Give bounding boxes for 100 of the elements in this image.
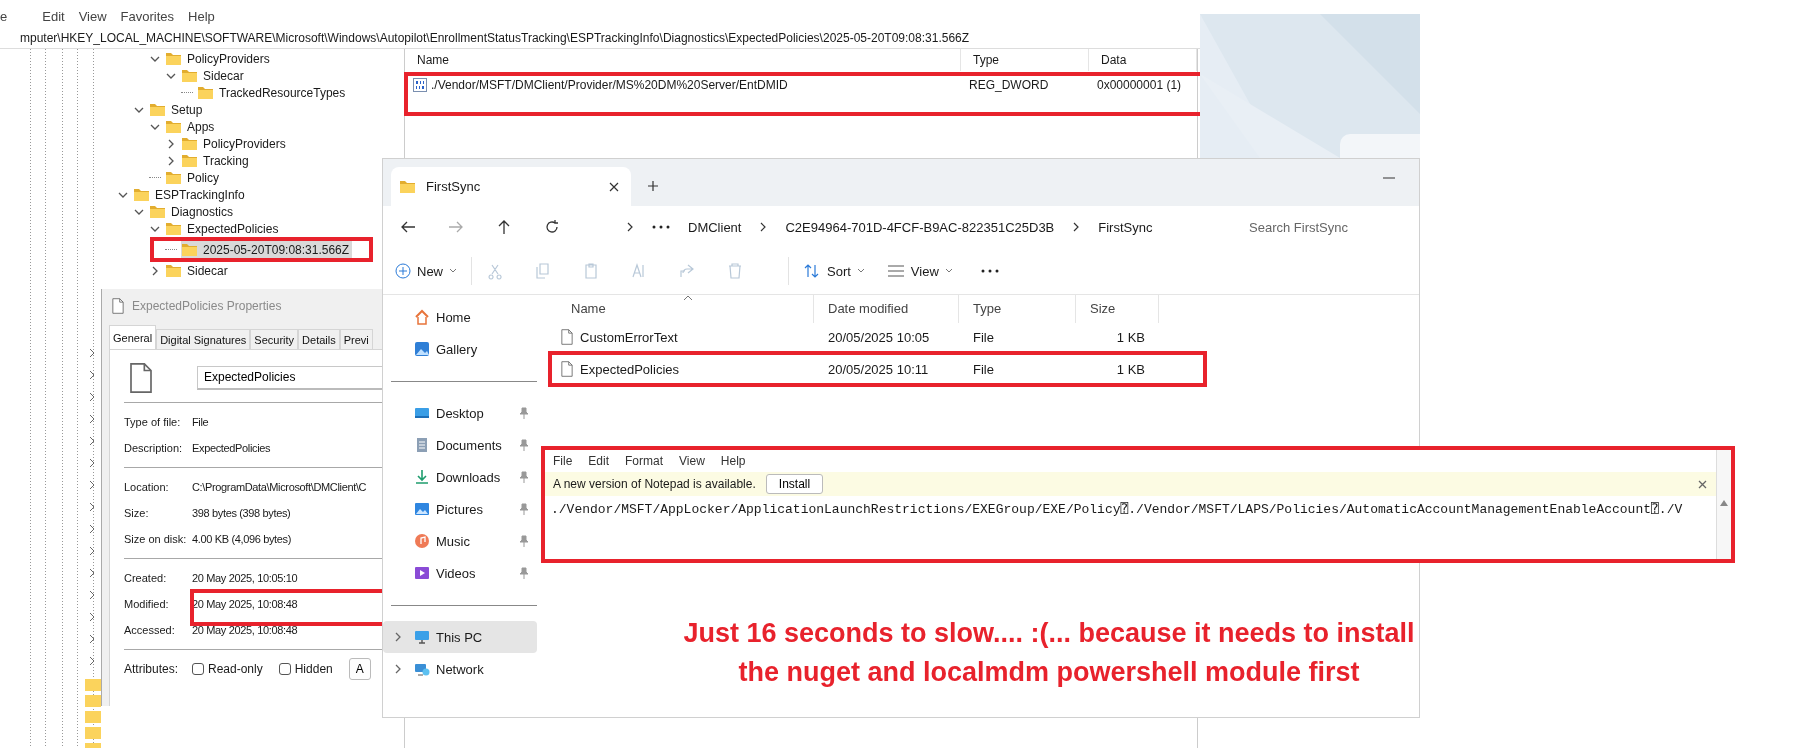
folder-icon xyxy=(165,119,182,134)
dialog-title: ExpectedPolicies Properties xyxy=(132,299,282,313)
refresh-icon[interactable] xyxy=(544,219,560,235)
tab[interactable]: Security xyxy=(250,329,299,349)
sidebar-item[interactable]: Network xyxy=(383,653,537,685)
pin-icon[interactable] xyxy=(519,535,529,547)
tree-item[interactable]: ExpectedPolicies xyxy=(165,220,282,237)
menu-item[interactable]: File xyxy=(553,454,573,468)
tree-item[interactable]: TrackedResourceTypes xyxy=(197,84,349,101)
close-icon[interactable] xyxy=(609,181,619,192)
column-header[interactable]: Name xyxy=(405,49,961,71)
file-row[interactable]: CustomErrorText 20/05/2025 10:05 File 1 KB xyxy=(557,323,1159,351)
sidebar-item[interactable]: Gallery xyxy=(383,333,537,365)
back-arrow-icon[interactable] xyxy=(400,219,416,235)
menu-item[interactable]: Format xyxy=(625,454,664,468)
new-button[interactable]: New xyxy=(395,263,457,279)
checkbox-label[interactable]: Read-only xyxy=(208,662,263,676)
pin-icon[interactable] xyxy=(519,503,529,515)
tree-item[interactable]: Diagnostics xyxy=(149,203,237,220)
sidebar-item[interactable]: Pictures xyxy=(383,493,537,525)
sidebar-item[interactable]: Music xyxy=(383,525,537,557)
scroll-up-icon[interactable] xyxy=(1720,500,1728,506)
field-value: C:\ProgramData\Microsoft\DMClient\C xyxy=(192,481,367,493)
field-label: Description: xyxy=(124,442,184,454)
tab[interactable]: Details xyxy=(298,329,340,349)
pin-icon[interactable] xyxy=(519,471,529,483)
chevron-right-icon[interactable] xyxy=(166,155,176,166)
folder-icon xyxy=(197,85,214,100)
column-header[interactable]: Type xyxy=(961,49,1089,71)
address-bar[interactable]: mputer\HKEY_LOCAL_MACHINE\SOFTWARE\Microsoft\Windows\Autopilot\EnrollmentStatusTracking\ESPTrackingInfo\Diagnostics\ExpectedPolicies\2025-05-20T09:08:31.566Z xyxy=(0,28,1200,49)
field-label: Accessed: xyxy=(124,624,176,636)
tree-item[interactable]: PolicyProviders xyxy=(181,135,289,152)
menu-item[interactable]: View xyxy=(679,454,705,468)
folder-icon xyxy=(133,187,150,202)
pin-icon[interactable] xyxy=(519,439,529,451)
sort-caret-icon xyxy=(683,295,693,301)
column-header[interactable]: Date modified xyxy=(814,295,959,323)
tree-item[interactable]: Policy xyxy=(165,169,222,186)
tree-item[interactable]: Sidecar xyxy=(165,262,231,279)
text-content[interactable]: ./Vendor/MSFT/AppLocker/ApplicationLaunchRestrictions/EXEGroup/EXE/Policy⍰./Vendor/MSFT/LAPS/Policies/AutomaticAccountManagementEnableAccount⍰./V xyxy=(551,501,1683,517)
breadcrumb[interactable]: C2E94964-701D-4FCF-B9AC-822351C25D3B xyxy=(785,219,1055,235)
checkbox[interactable] xyxy=(192,663,204,675)
sidebar-item[interactable]: Videos xyxy=(383,557,537,589)
tree-item[interactable]: 2025-05-20T09:08:31.566Z xyxy=(181,241,353,258)
folder-icon xyxy=(181,136,198,151)
tree-item[interactable]: PolicyProviders xyxy=(165,50,273,67)
field-label: Size: xyxy=(124,507,150,519)
up-arrow-icon[interactable] xyxy=(496,219,512,235)
more-icon[interactable] xyxy=(980,269,999,273)
tree-item[interactable]: ESPTrackingInfo xyxy=(133,186,248,203)
more-icon[interactable] xyxy=(652,225,670,229)
breadcrumb[interactable]: FirstSync xyxy=(1098,219,1153,235)
pin-icon[interactable] xyxy=(519,567,529,579)
file-row[interactable]: ExpectedPolicies 20/05/2025 10:11 File 1 KB xyxy=(557,355,1159,383)
column-header[interactable]: Size xyxy=(1076,295,1159,323)
advanced-button[interactable]: A xyxy=(348,658,371,680)
tab[interactable]: General xyxy=(109,325,157,349)
column-header[interactable]: Type xyxy=(959,295,1076,323)
column-header[interactable]: Name xyxy=(557,295,814,323)
breadcrumb[interactable]: DMClient xyxy=(688,219,742,235)
menu-item[interactable]: e xyxy=(0,8,8,24)
field-value: 20 May 2025, 10:05:10 xyxy=(192,572,298,584)
sidebar-item[interactable]: Home xyxy=(383,301,537,333)
sidebar-item[interactable]: This PC xyxy=(383,621,537,653)
sidebar-item[interactable]: Documents xyxy=(383,429,537,461)
tree-item[interactable]: Setup xyxy=(149,101,206,118)
tree-item[interactable]: Sidecar xyxy=(181,67,247,84)
menu-item[interactable]: Favorites xyxy=(120,8,175,24)
column-header[interactable]: Data xyxy=(1089,49,1197,71)
caret-icon xyxy=(856,268,865,274)
pin-icon[interactable] xyxy=(519,407,529,419)
folder-icon xyxy=(165,221,182,236)
tree-item[interactable]: Tracking xyxy=(181,152,252,169)
sort-button[interactable]: Sort xyxy=(803,263,865,279)
search-field[interactable]: Search FirstSync xyxy=(1249,219,1419,235)
close-icon[interactable] xyxy=(1698,479,1707,489)
folder-icon xyxy=(181,242,198,257)
sidebar-item[interactable]: Desktop xyxy=(383,397,537,429)
menu-item[interactable]: Edit xyxy=(42,8,65,24)
menu-item[interactable]: Help xyxy=(188,8,215,24)
tab[interactable]: Previ xyxy=(339,329,373,349)
view-button[interactable]: View xyxy=(886,263,953,279)
menu-item[interactable]: Edit xyxy=(588,454,610,468)
folder-icon xyxy=(399,179,416,194)
tab[interactable]: Digital Signatures xyxy=(156,329,251,349)
checkbox[interactable] xyxy=(278,663,291,675)
checkbox-label[interactable]: Hidden xyxy=(294,662,333,676)
chevron-right-icon[interactable] xyxy=(150,265,160,276)
field-value: 20 May 2025, 10:08:48 xyxy=(192,624,298,636)
chevron-right-icon xyxy=(626,221,634,233)
sidebar-item[interactable]: Downloads xyxy=(383,461,537,493)
name-field[interactable]: ExpectedPolicies xyxy=(197,365,383,390)
window-tab[interactable]: FirstSync xyxy=(391,167,631,206)
chevron-right-icon[interactable] xyxy=(166,138,176,149)
plus-icon[interactable] xyxy=(647,180,659,192)
folder-icon xyxy=(181,153,198,168)
menu-item[interactable]: Help xyxy=(720,454,746,468)
install-button[interactable]: Install xyxy=(765,474,824,494)
menu-item[interactable]: View xyxy=(78,8,107,24)
tree-item[interactable]: Apps xyxy=(165,118,218,135)
